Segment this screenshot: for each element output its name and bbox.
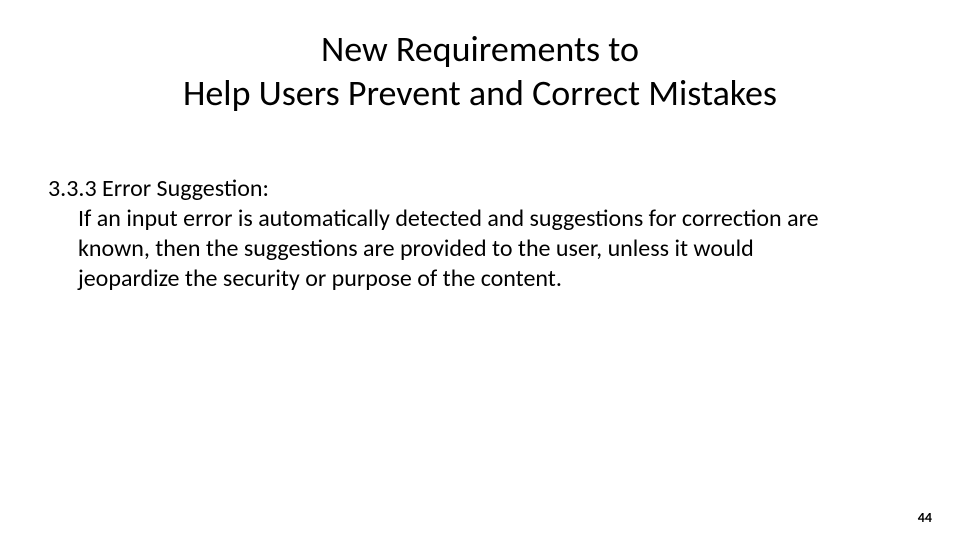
slide-content: 3.3.3 Error Suggestion: If an input erro… [48, 174, 912, 294]
page-number: 44 [918, 509, 932, 526]
section-body: If an input error is automatically detec… [48, 204, 858, 294]
slide-title: New Requirements toHelp Users Prevent an… [48, 28, 912, 116]
section-heading: 3.3.3 Error Suggestion: [48, 174, 912, 204]
slide-container: New Requirements toHelp Users Prevent an… [0, 0, 960, 540]
